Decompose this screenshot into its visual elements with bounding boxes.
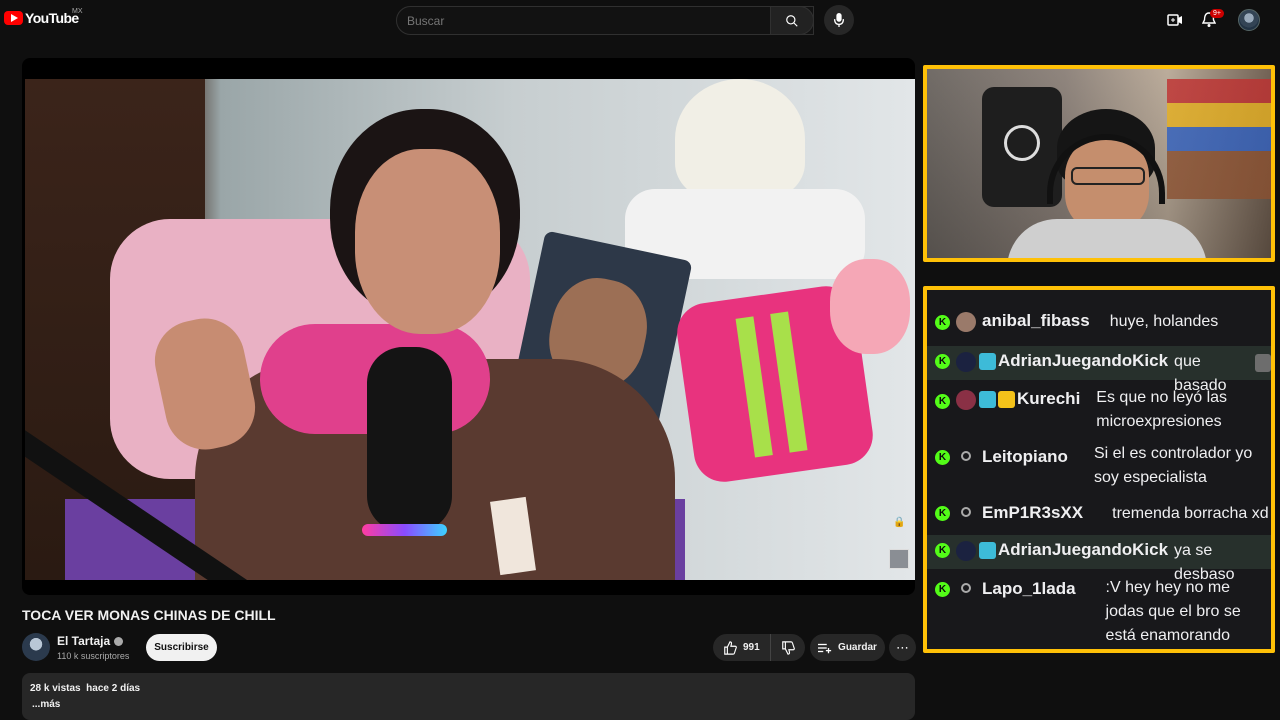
streamer-webcam bbox=[923, 65, 1275, 262]
thumbs-down-icon bbox=[782, 640, 795, 655]
chat-username: Lapo_1lada bbox=[982, 579, 1076, 598]
account-avatar[interactable] bbox=[1238, 9, 1260, 31]
chat-message: K Leitopiano Si el es controlador yo soy… bbox=[927, 442, 1271, 494]
search-box[interactable] bbox=[396, 6, 814, 35]
subscriber-count: 110 k suscriptores bbox=[57, 651, 130, 661]
channel-name-row[interactable]: El Tartaja bbox=[57, 634, 124, 648]
emote-icon bbox=[1254, 354, 1271, 372]
chat-message: K Lapo_1lada :V hey hey no me jodas que … bbox=[927, 576, 1271, 649]
more-actions-button[interactable]: ⋯ bbox=[889, 634, 916, 661]
chat-username: EmP1R3sXX bbox=[982, 503, 1084, 522]
chat-text: :V hey hey no me jodas que el bro se est… bbox=[1105, 579, 1241, 644]
thumbs-up-icon bbox=[724, 640, 737, 655]
search-input[interactable] bbox=[397, 7, 813, 34]
search-button[interactable] bbox=[770, 6, 814, 35]
kick-icon: K bbox=[935, 354, 950, 369]
chat-username: Kurechi bbox=[1017, 389, 1081, 408]
verified-icon bbox=[114, 636, 124, 646]
chat-message: K anibal_fibass huye, holandes bbox=[927, 310, 1271, 342]
region-code: MX bbox=[72, 8, 83, 15]
youtube-logo[interactable]: YouTube MX bbox=[4, 8, 83, 26]
user-avatar bbox=[956, 352, 976, 372]
chat-message: K AdrianJuegandoKick ya se desbaso bbox=[927, 535, 1271, 583]
create-button[interactable] bbox=[1165, 10, 1185, 30]
save-label: Guardar bbox=[838, 642, 877, 653]
user-avatar-icon bbox=[956, 448, 976, 468]
chat-username: AdrianJuegandoKick bbox=[998, 351, 1169, 370]
kick-icon: K bbox=[935, 394, 950, 409]
dislike-button[interactable] bbox=[771, 634, 805, 661]
video-player[interactable]: 🔒 bbox=[22, 58, 915, 595]
kick-icon: K bbox=[935, 315, 950, 330]
user-avatar bbox=[956, 390, 976, 410]
notifications-badge: 9+ bbox=[1210, 9, 1224, 18]
view-stats: 28 k vistas hace 2 días bbox=[30, 683, 141, 694]
like-dislike-bar: 991 bbox=[713, 634, 805, 661]
chat-text: tremenda borracha xd bbox=[1112, 505, 1269, 522]
logo-wordmark: YouTube bbox=[25, 10, 79, 26]
chat-message: K AdrianJuegandoKick que basado bbox=[927, 346, 1271, 394]
chat-text: Es que no leyó las microexpresiones bbox=[1096, 389, 1228, 430]
kick-icon: K bbox=[935, 506, 950, 521]
description-more[interactable]: ...más bbox=[32, 699, 60, 710]
subscriber-badge-icon bbox=[979, 353, 996, 370]
like-count: 991 bbox=[743, 642, 760, 653]
user-avatar-icon bbox=[956, 580, 976, 600]
microphone-icon bbox=[833, 13, 845, 27]
playlist-add-icon bbox=[818, 643, 832, 653]
search-icon bbox=[786, 14, 798, 27]
chat-username: AdrianJuegandoKick bbox=[998, 540, 1169, 559]
subscribe-button[interactable]: Suscribirse bbox=[146, 634, 217, 661]
chat-username: Leitopiano bbox=[982, 447, 1068, 466]
user-avatar bbox=[956, 312, 976, 332]
subscriber-badge-icon bbox=[979, 542, 996, 559]
more-dots-icon: ⋯ bbox=[896, 639, 909, 655]
crown-badge-icon bbox=[998, 391, 1015, 408]
chat-overlay: K anibal_fibass huye, holandes K AdrianJ… bbox=[923, 286, 1275, 653]
chat-message: K EmP1R3sXX tremenda borracha xd bbox=[927, 500, 1271, 532]
like-button[interactable]: 991 bbox=[713, 634, 771, 661]
description-box[interactable]: 28 k vistas hace 2 días ...más bbox=[22, 673, 915, 720]
kick-icon: K bbox=[935, 543, 950, 558]
channel-name[interactable]: El Tartaja bbox=[57, 634, 110, 648]
moderator-badge-icon bbox=[979, 391, 996, 408]
user-avatar bbox=[956, 541, 976, 561]
save-button[interactable]: Guardar bbox=[810, 634, 885, 661]
voice-search-button[interactable] bbox=[824, 5, 854, 35]
video-frame: 🔒 bbox=[25, 79, 915, 580]
top-bar: YouTube MX 9+ bbox=[0, 0, 1280, 40]
user-avatar-icon bbox=[956, 504, 976, 524]
chat-text: Si el es controlador yo soy especialista bbox=[1093, 445, 1253, 486]
mini-thumbnail bbox=[889, 549, 909, 569]
kick-icon: K bbox=[935, 450, 950, 465]
chat-cut-off-message bbox=[935, 290, 1235, 298]
youtube-play-icon bbox=[4, 11, 23, 25]
kick-icon: K bbox=[935, 582, 950, 597]
channel-avatar[interactable] bbox=[22, 633, 50, 661]
create-video-icon bbox=[1167, 14, 1182, 26]
chat-text: huye, holandes bbox=[1109, 313, 1219, 330]
video-title: TOCA VER MONAS CHINAS DE CHILL bbox=[22, 607, 276, 623]
chat-username: anibal_fibass bbox=[982, 311, 1090, 330]
chat-message: K Kurechi Es que no leyó las microexpres… bbox=[927, 386, 1271, 438]
lock-icon: 🔒 bbox=[893, 517, 906, 528]
